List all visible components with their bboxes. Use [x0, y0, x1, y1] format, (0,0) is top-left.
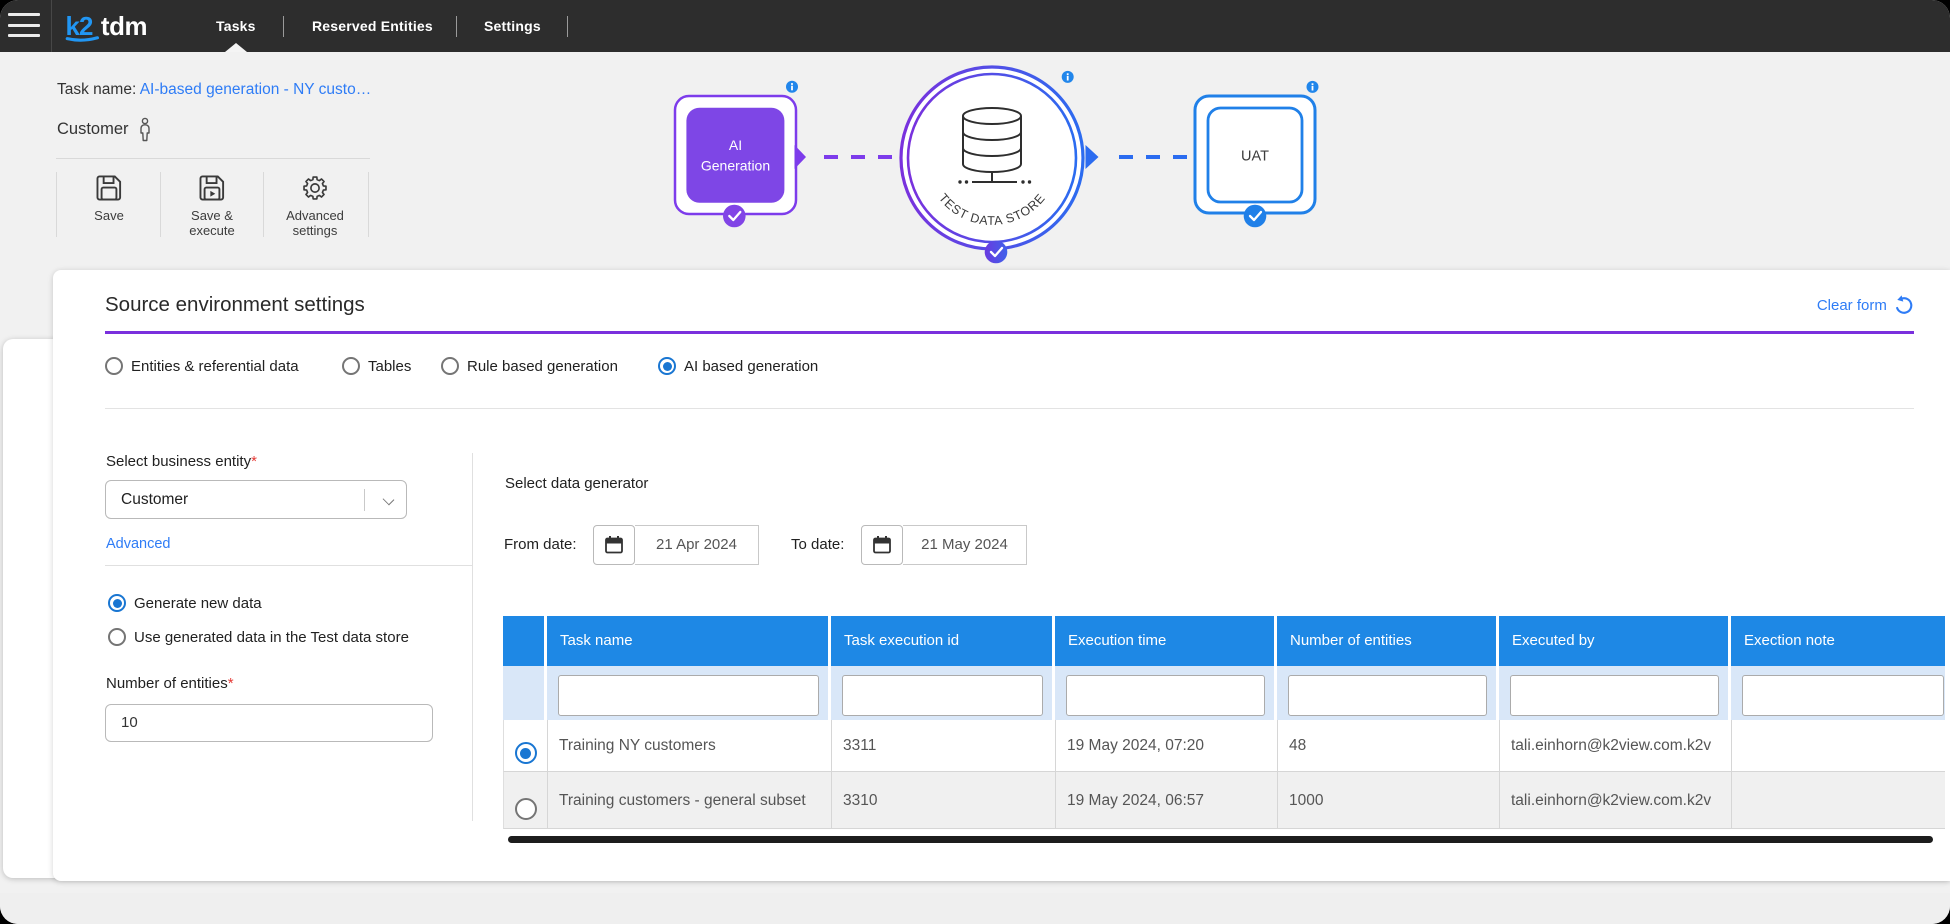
svg-text:Generation: Generation [701, 158, 770, 174]
svg-text:AI: AI [729, 137, 742, 153]
svg-text:k2: k2 [66, 13, 94, 41]
svg-text:UAT: UAT [1241, 149, 1269, 165]
svg-text:tdm: tdm [101, 13, 147, 41]
